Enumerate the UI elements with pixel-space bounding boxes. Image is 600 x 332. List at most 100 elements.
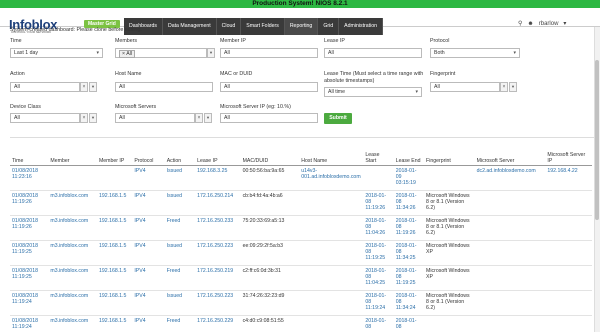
cell-ms-server[interactable]: dc2.ad.infobloxdemo.com (474, 165, 546, 191)
cell-lease-ip[interactable]: 172.16.250.233 (195, 215, 241, 241)
cell-lease-ip[interactable]: 192.168.3.25 (195, 165, 241, 191)
cell-action[interactable]: Freed (164, 315, 196, 332)
cell-member-ip[interactable]: 192.168.1.5 (96, 315, 133, 332)
cell-member-ip[interactable]: 192.168.1.5 (96, 290, 133, 316)
cell-fingerprint: Microsoft Windows XP (424, 265, 475, 291)
cell-lease-start[interactable]: 2018-01-08 11:04:26 (363, 215, 394, 241)
cell-lease-end[interactable]: 2018-01-09 03:15:19 (393, 165, 425, 191)
cell-lease-ip[interactable]: 172.16.250.229 (195, 315, 241, 332)
col-member-ip[interactable]: Member IP (96, 146, 133, 166)
host-name-input[interactable]: All (115, 82, 213, 92)
cell-protocol[interactable]: IPV4 (132, 240, 165, 266)
cell-protocol[interactable]: IPV4 (132, 315, 165, 332)
cell-member-ip[interactable]: 192.168.1.5 (96, 190, 133, 216)
col-time[interactable]: Time (10, 146, 49, 166)
cell-time[interactable]: 01/08/2018 11:19:24 (10, 290, 49, 316)
fingerprint-clear-button[interactable]: × (500, 82, 508, 92)
cell-protocol[interactable]: IPV4 (132, 290, 165, 316)
ms-servers-dropdown-button[interactable]: ▾ (204, 113, 212, 123)
device-class-dropdown-button[interactable]: ▾ (89, 113, 97, 123)
cell-member[interactable]: m3.infoblox.com (48, 265, 97, 291)
col-lease-end[interactable]: Lease End (393, 146, 425, 166)
cell-member[interactable]: m3.infoblox.com (48, 240, 97, 266)
col-member[interactable]: Member (48, 146, 97, 166)
cell-lease-end[interactable]: 2018-01-08 11:34:24 (393, 290, 425, 316)
cell-time[interactable]: 01/08/2018 11:19:26 (10, 215, 49, 241)
cell-lease-start[interactable]: 2018-01-08 11:19:26 (363, 190, 394, 216)
cell-lease-start[interactable]: 2018-01-08 11:19:24 (363, 290, 394, 316)
member-ip-input[interactable]: All (220, 48, 318, 58)
action-clear-button[interactable]: × (80, 82, 88, 92)
scrollbar-thumb[interactable] (595, 60, 599, 220)
user-icon[interactable]: ☻ (527, 21, 533, 27)
cell-member[interactable]: m3.infoblox.com (48, 290, 97, 316)
col-fingerprint[interactable]: Fingerprint (424, 146, 475, 166)
col-action[interactable]: Action (164, 146, 196, 166)
cell-lease-start[interactable]: 2018-01-08 11:19:25 (363, 240, 394, 266)
cell-lease-ip[interactable]: 172.16.250.219 (195, 265, 241, 291)
cell-ms-server-ip[interactable]: 192.168.4.22 (545, 165, 592, 191)
device-class-select[interactable]: All (10, 113, 80, 123)
cell-lease-ip[interactable]: 172.16.250.223 (195, 240, 241, 266)
col-lease-start[interactable]: Lease Start (363, 146, 394, 166)
cell-member[interactable]: m3.infoblox.com (48, 215, 97, 241)
lease-time-select[interactable]: All time ▾ (324, 87, 422, 97)
protocol-select[interactable]: Both ▾ (430, 48, 520, 58)
cell-protocol[interactable]: IPV4 (132, 265, 165, 291)
members-tag[interactable]: × All (119, 50, 135, 58)
cell-time[interactable]: 01/08/2018 11:23:16 (10, 165, 49, 191)
cell-host-name[interactable]: u14v3-001.ad.infobloxdemo.com (299, 165, 364, 191)
cell-lease-ip[interactable]: 172.16.250.214 (195, 190, 241, 216)
cell-action[interactable]: Issued (164, 290, 196, 316)
action-select[interactable]: All (10, 82, 80, 92)
action-dropdown-button[interactable]: ▾ (89, 82, 97, 92)
cell-action[interactable]: Issued (164, 190, 196, 216)
col-ms-server-ip[interactable]: Microsoft Server IP (545, 146, 592, 166)
time-select[interactable]: Last 1 day ▾ (10, 48, 103, 58)
cell-lease-ip[interactable]: 172.16.250.223 (195, 290, 241, 316)
cell-member[interactable]: m3.infoblox.com (48, 190, 97, 216)
cell-action[interactable]: Issued (164, 165, 196, 191)
members-dropdown-button[interactable]: ▾ (207, 48, 215, 58)
cell-time[interactable]: 01/08/2018 11:19:25 (10, 265, 49, 291)
cell-member[interactable]: m3.infoblox.com (48, 315, 97, 332)
cell-time[interactable]: 01/08/2018 11:19:25 (10, 240, 49, 266)
col-lease-ip[interactable]: Lease IP (195, 146, 241, 166)
fingerprint-value: All (434, 84, 440, 90)
search-icon[interactable]: ⚲ (518, 20, 522, 27)
lease-ip-input[interactable]: All (324, 48, 422, 58)
ms-servers-select[interactable]: All (115, 113, 195, 123)
cell-action[interactable]: Freed (164, 215, 196, 241)
ms-servers-clear-button[interactable]: × (195, 113, 203, 123)
cell-protocol[interactable]: IPV4 (132, 215, 165, 241)
cell-lease-end[interactable]: 2018-01-08 11:19:26 (393, 215, 425, 241)
cell-action[interactable]: Issued (164, 240, 196, 266)
cell-lease-end[interactable]: 2018-01-08 11:19:25 (393, 265, 425, 291)
fingerprint-select[interactable]: All (430, 82, 500, 92)
cell-time[interactable]: 01/08/2018 11:19:24 (10, 315, 49, 332)
cell-lease-end[interactable]: 2018-01-08 (393, 315, 425, 332)
device-class-clear-button[interactable]: × (80, 113, 88, 123)
cell-member-ip[interactable]: 192.168.1.5 (96, 265, 133, 291)
col-protocol[interactable]: Protocol (132, 146, 165, 166)
cell-member-ip[interactable]: 192.168.1.5 (96, 240, 133, 266)
members-select[interactable]: × All (115, 48, 207, 58)
cell-action[interactable]: Freed (164, 265, 196, 291)
user-name[interactable]: rbarlow (539, 21, 559, 27)
cell-protocol[interactable]: IPV4 (132, 190, 165, 216)
cell-lease-end[interactable]: 2018-01-08 11:34:25 (393, 240, 425, 266)
col-mac[interactable]: MAC/DUID (240, 146, 300, 166)
submit-button[interactable]: Submit (324, 113, 352, 124)
col-ms-server[interactable]: Microsoft Server (474, 146, 546, 166)
chevron-down-icon[interactable]: ▾ (563, 20, 566, 27)
cell-lease-end[interactable]: 2018-01-08 11:34:26 (393, 190, 425, 216)
mac-input[interactable]: All (220, 82, 318, 92)
cell-member-ip[interactable]: 192.168.1.5 (96, 215, 133, 241)
cell-lease-start[interactable]: 2018-01-08 11:04:25 (363, 265, 394, 291)
fingerprint-dropdown-button[interactable]: ▾ (509, 82, 517, 92)
cell-time[interactable]: 01/08/2018 11:19:26 (10, 190, 49, 216)
ms-server-ip-input[interactable]: All (220, 113, 318, 123)
col-host-name[interactable]: Host Name (299, 146, 364, 166)
cell-lease-start[interactable]: 2018-01-08 (363, 315, 394, 332)
cell-protocol[interactable]: IPV4 (132, 165, 165, 191)
